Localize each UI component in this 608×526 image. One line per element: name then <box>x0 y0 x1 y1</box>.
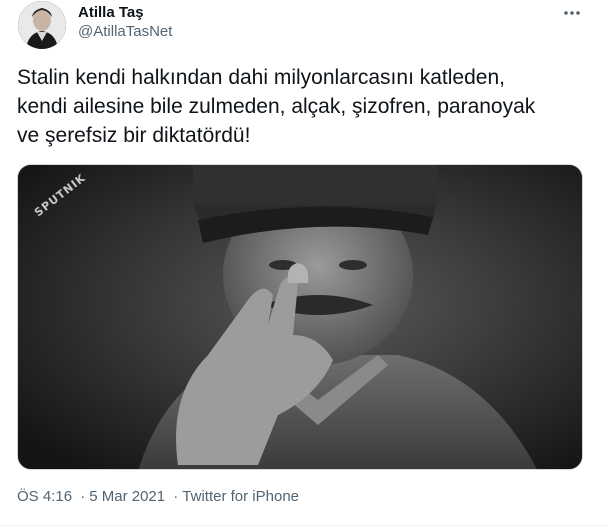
tweet: Atilla Taş @AtillaTasNet Stalin kendi ha… <box>0 0 608 526</box>
meta-separator: · <box>80 488 86 505</box>
tweet-photo[interactable]: SPUTNIK <box>17 164 583 470</box>
tweet-text: Stalin kendi halkından dahi milyonlarcas… <box>17 66 536 147</box>
author-name[interactable]: Atilla Taş <box>78 3 144 23</box>
avatar[interactable] <box>18 1 66 49</box>
tweet-source[interactable]: Twitter for iPhone <box>182 488 299 505</box>
more-horizontal-icon <box>563 3 581 21</box>
more-options-button[interactable] <box>556 0 588 24</box>
author-handle[interactable]: @AtillaTasNet <box>78 22 172 42</box>
tweet-time[interactable]: ÖS 4:16 <box>17 488 72 505</box>
tweet-metadata: ÖS 4:16 · 5 Mar 2021 · Twitter for iPhone <box>17 487 299 507</box>
meta-separator: · <box>173 488 179 505</box>
tweet-date[interactable]: 5 Mar 2021 <box>89 488 165 505</box>
